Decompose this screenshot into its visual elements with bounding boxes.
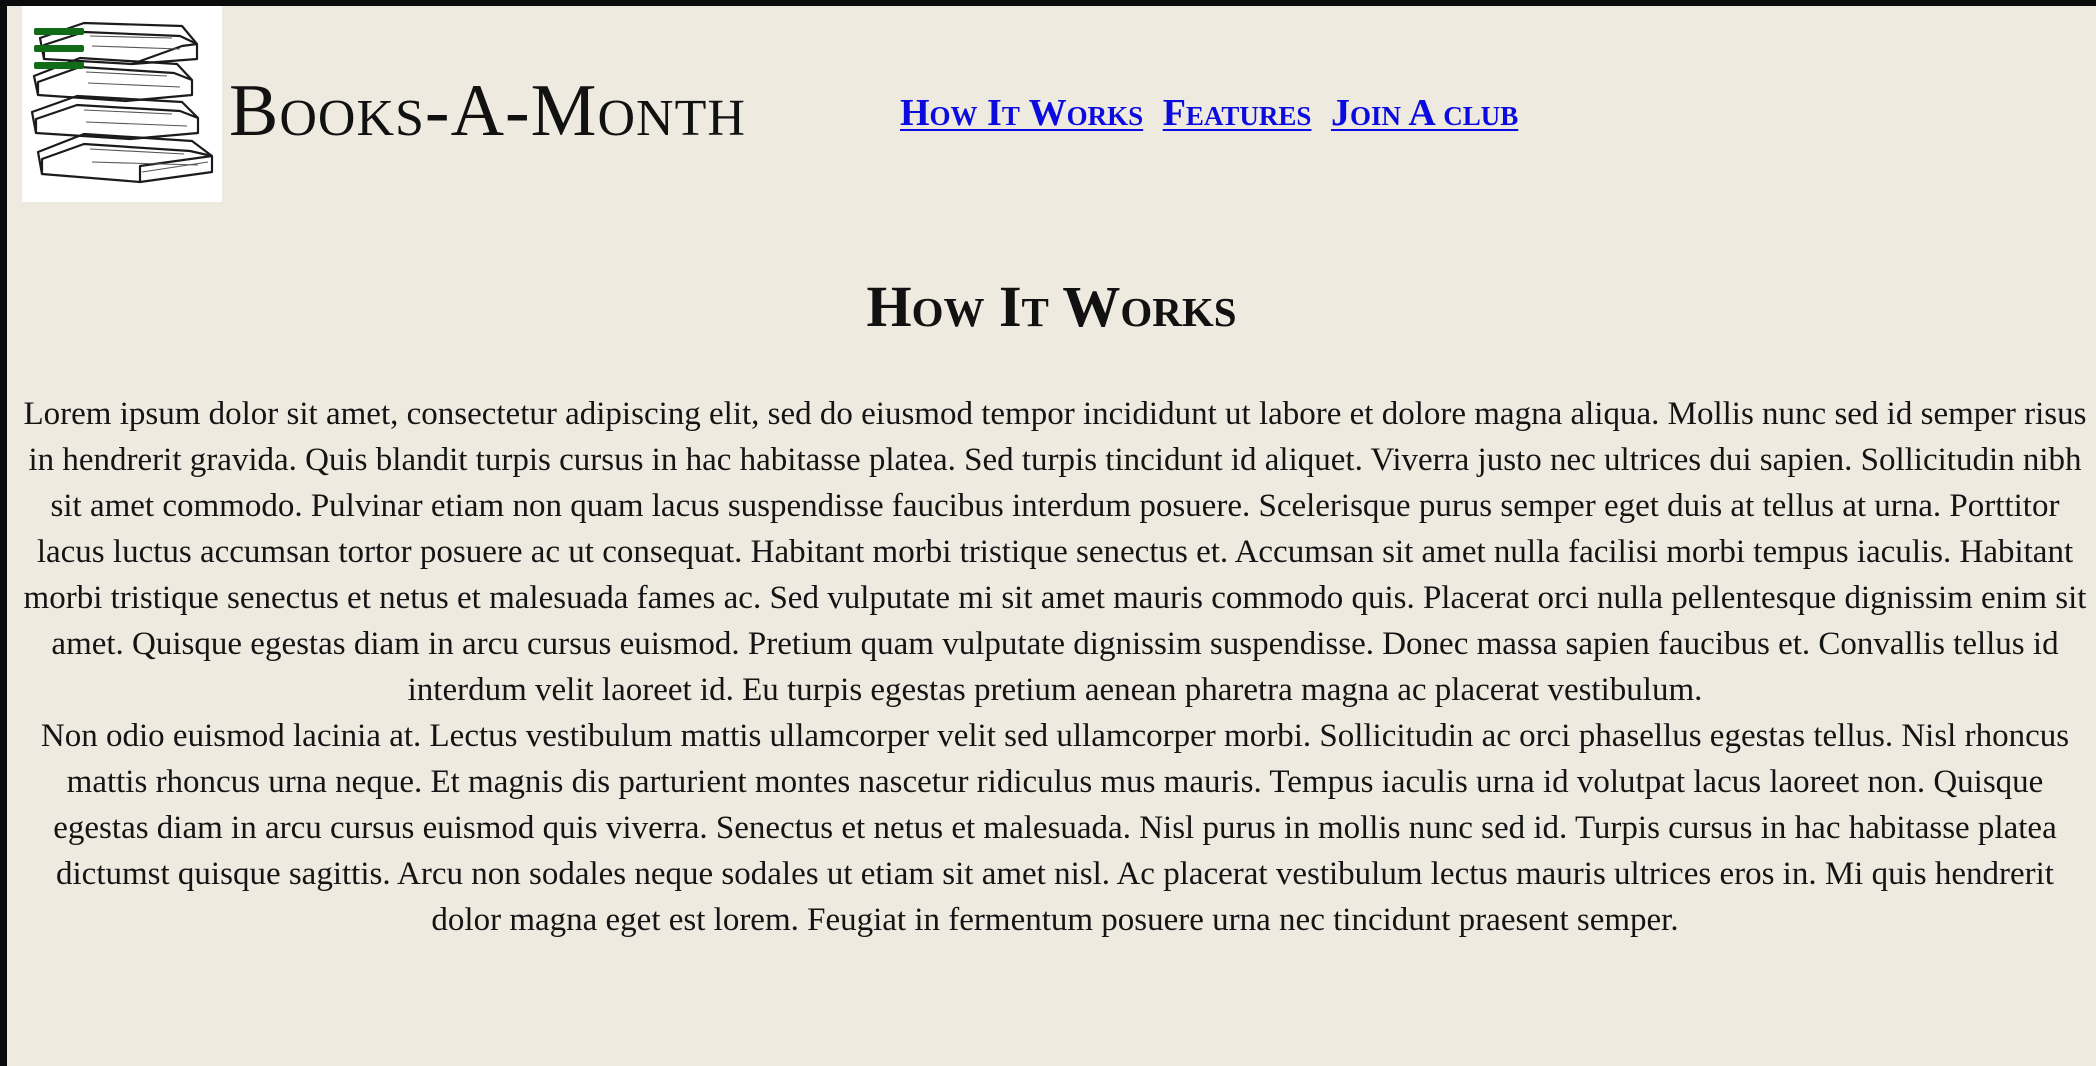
nav-link-features[interactable]: Features (1163, 92, 1312, 134)
paragraph-2: Non odio euismod lacinia at. Lectus vest… (40, 718, 2070, 938)
menu-bar-top (34, 28, 84, 35)
paragraph-1: Lorem ipsum dolor sit amet, consectetur … (23, 396, 2087, 708)
article-body: Lorem ipsum dolor sit amet, consectetur … (23, 391, 2087, 943)
nav-link-how-it-works[interactable]: How It Works (900, 92, 1143, 134)
site-title: Books-A-Month (229, 70, 746, 152)
nav-link-join-a-club[interactable]: Join A club (1331, 92, 1518, 134)
menu-bar-middle (34, 45, 84, 52)
site-header: Books-A-Month How It Works Features Join… (22, 6, 2082, 202)
page: Books-A-Month How It Works Features Join… (7, 6, 2096, 1066)
section-title: How It Works (866, 274, 1237, 339)
site-logo (22, 6, 222, 202)
hamburger-menu-icon[interactable] (34, 28, 84, 70)
main-nav: How It Works Features Join A club (900, 94, 1528, 132)
menu-bar-bottom (34, 62, 84, 69)
